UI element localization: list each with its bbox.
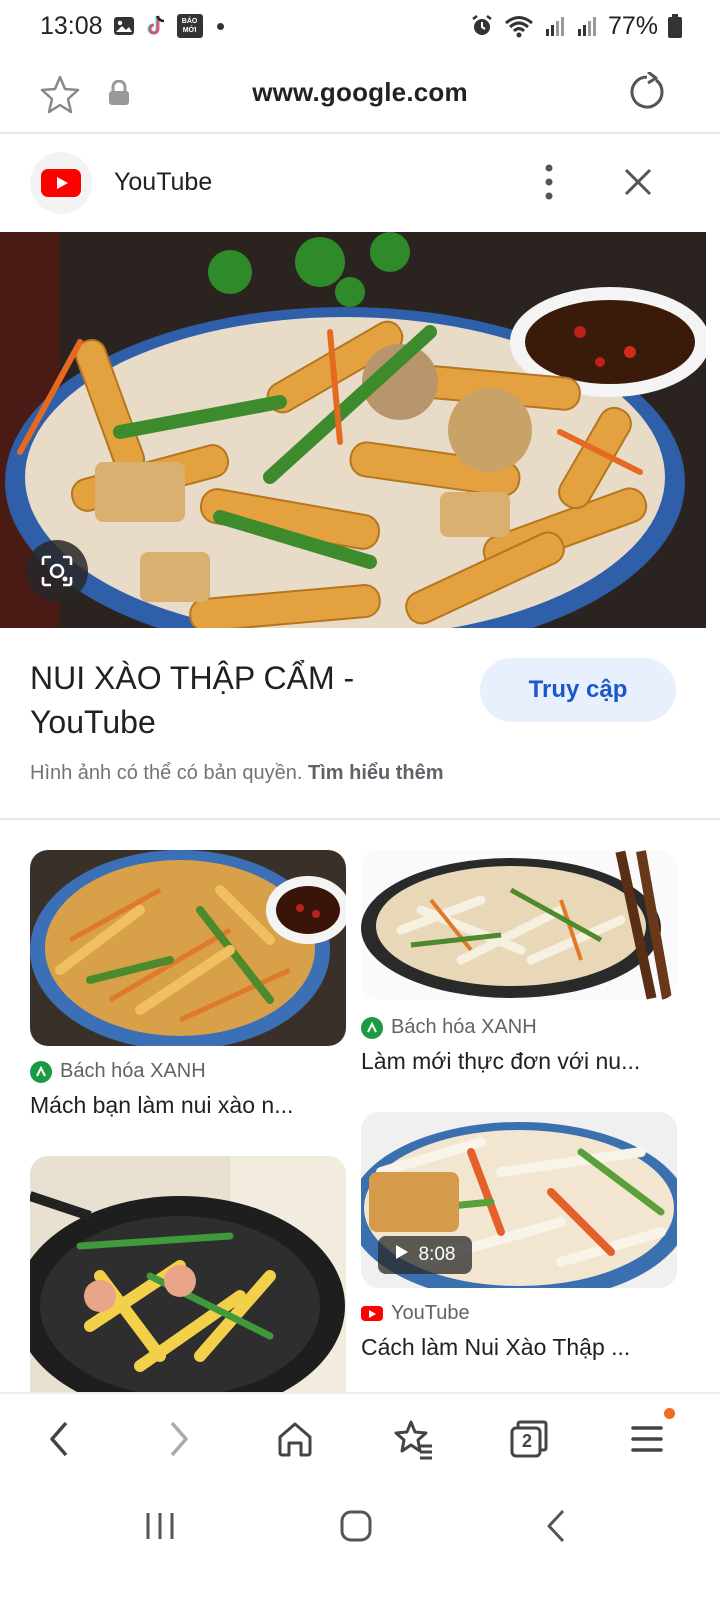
notification-dot-icon	[216, 22, 224, 30]
alarm-icon	[470, 14, 494, 38]
related-source-3: YouTube	[361, 1302, 470, 1325]
bach-hoa-xanh-logo-icon	[361, 1016, 383, 1039]
play-icon	[395, 1244, 409, 1266]
bach-hoa-xanh-logo-icon	[30, 1060, 52, 1083]
tabs-count: 2	[522, 1431, 533, 1451]
related-title-1[interactable]: Mách bạn làm nui xào n...	[30, 1092, 346, 1119]
gallery-icon	[113, 15, 135, 37]
youtube-logo-icon	[361, 1306, 383, 1321]
signal-icon	[544, 15, 566, 37]
system-back-icon[interactable]	[536, 1506, 576, 1546]
status-time: 13:08	[40, 11, 103, 40]
close-icon[interactable]	[618, 162, 658, 202]
visit-button[interactable]: Truy cập	[480, 658, 676, 722]
related-title-2[interactable]: Làm mới thực đơn với nu...	[361, 1048, 677, 1075]
related-image-2[interactable]	[361, 850, 677, 1000]
bao-moi-icon: BÁO MỚI	[176, 14, 203, 38]
divider	[0, 818, 720, 820]
status-right: 77%	[470, 12, 682, 41]
status-left: 13:08 BÁO MỚI	[40, 12, 224, 41]
related-source-name-2: Bách hóa XANH	[391, 1016, 537, 1038]
related-image-4[interactable]	[30, 1156, 346, 1396]
recent-apps-icon[interactable]	[140, 1506, 180, 1546]
home-button-icon[interactable]	[336, 1506, 376, 1546]
copyright-notice: Hình ảnh có thể có bản quyền. Tìm hiểu t…	[30, 762, 444, 785]
related-source-1: Bách hóa XANH	[30, 1060, 206, 1083]
related-title-3[interactable]: Cách làm Nui Xào Thập ...	[361, 1334, 677, 1361]
battery-icon	[668, 14, 682, 38]
back-arrow-icon[interactable]	[36, 1416, 82, 1462]
related-image-1[interactable]	[30, 850, 346, 1046]
status-bar: 13:08 BÁO MỚI 77%	[0, 0, 720, 52]
wifi-icon	[504, 14, 534, 38]
tabs-icon[interactable]: 2	[506, 1416, 552, 1462]
lens-search-icon[interactable]	[26, 540, 88, 602]
bookmarks-icon[interactable]	[390, 1416, 436, 1462]
menu-update-badge	[664, 1408, 675, 1419]
related-source-name-1: Bách hóa XANH	[60, 1060, 206, 1082]
copyright-text: Hình ảnh có thể có bản quyền.	[30, 762, 303, 784]
video-duration-badge: 8:08	[378, 1236, 472, 1274]
reload-icon[interactable]	[626, 70, 668, 114]
menu-icon[interactable]	[624, 1408, 675, 1462]
hero-image[interactable]	[0, 232, 706, 628]
home-icon[interactable]	[272, 1416, 318, 1462]
forward-arrow-icon[interactable]	[156, 1416, 202, 1462]
related-source-2: Bách hóa XANH	[361, 1016, 537, 1039]
more-options-icon[interactable]	[534, 162, 564, 202]
youtube-logo-icon	[30, 152, 92, 214]
tiktok-icon	[145, 14, 167, 38]
battery-percent: 77%	[607, 11, 658, 40]
result-title: NUI XÀO THẬP CẨM - YouTube	[30, 660, 355, 740]
lock-icon[interactable]	[108, 79, 130, 106]
signal-2-icon	[576, 15, 598, 37]
learn-more-link[interactable]: Tìm hiểu thêm	[308, 762, 444, 784]
system-nav-bar	[0, 1482, 720, 1600]
url-bar: www.google.com	[0, 52, 720, 134]
related-source-name-3: YouTube	[391, 1302, 470, 1324]
bookmark-star-icon[interactable]	[40, 74, 80, 114]
source-header: YouTube	[0, 136, 720, 230]
browser-bottom-nav: 2	[0, 1392, 720, 1482]
video-duration: 8:08	[418, 1244, 456, 1265]
source-name[interactable]: YouTube	[114, 168, 212, 197]
